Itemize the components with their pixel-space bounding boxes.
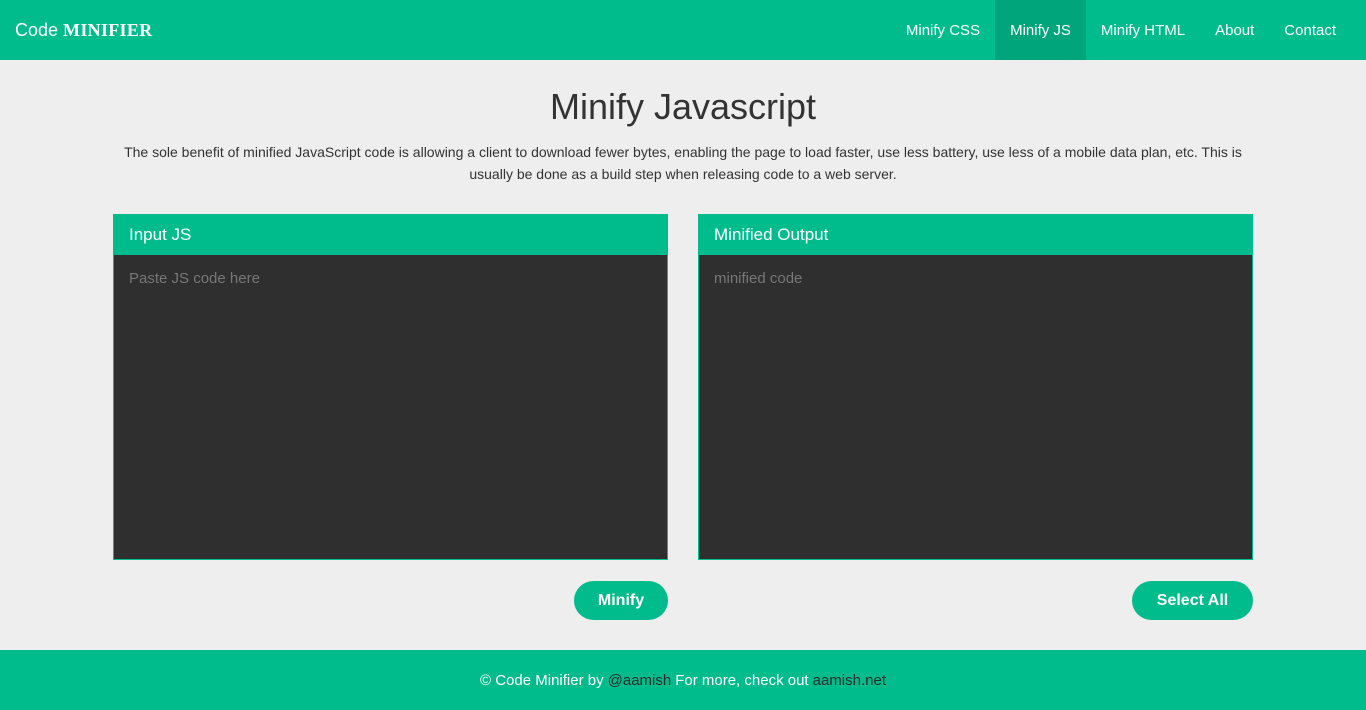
footer-site-link[interactable]: aamish.net [813,672,886,689]
nav-menu: Minify CSS Minify JS Minify HTML About C… [891,0,1351,60]
footer-handle-link[interactable]: @aamish [608,672,672,689]
navbar: Code MINIFIER Minify CSS Minify JS Minif… [0,0,1366,60]
minified-output-textarea[interactable] [699,255,1252,559]
page-description: The sole benefit of minified JavaScript … [124,144,1242,182]
nav-item-minify-js[interactable]: Minify JS [995,0,1086,60]
nav-item-minify-html[interactable]: Minify HTML [1086,0,1200,60]
output-panel-heading: Minified Output [699,215,1252,255]
brand-code-text: Code [15,19,59,40]
input-panel-heading: Input JS [114,215,667,255]
minify-button[interactable]: Minify [574,581,668,620]
page-title: Minify Javascript [549,86,817,127]
brand-logo[interactable]: Code MINIFIER [15,20,152,41]
nav-item-minify-css[interactable]: Minify CSS [891,0,995,60]
input-js-textarea[interactable] [114,255,667,559]
nav-item-contact[interactable]: Contact [1269,0,1351,60]
brand-name-text: MINIFIER [63,19,153,40]
footer-copyright: © Code Minifier by [480,671,604,689]
nav-item-about[interactable]: About [1200,0,1269,60]
input-panel: Input JS [113,214,668,560]
footer: © Code Minifier by @aamish For more, che… [0,650,1366,710]
footer-more-text: For more, check out [675,671,809,689]
select-all-button[interactable]: Select All [1132,581,1253,620]
output-panel: Minified Output [698,214,1253,560]
